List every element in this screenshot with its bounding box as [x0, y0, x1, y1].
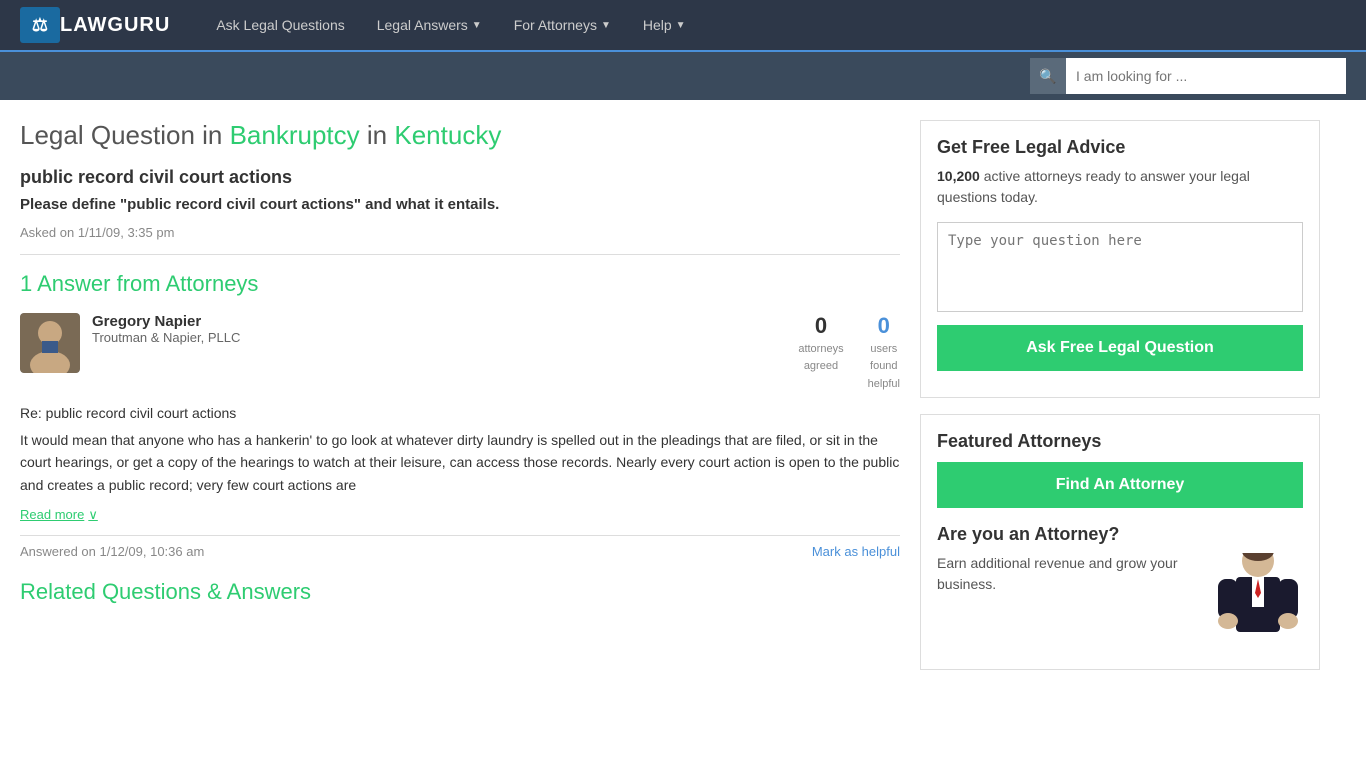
- attorney-avatar: [20, 313, 80, 373]
- find-attorney-button[interactable]: Find An Attorney: [937, 462, 1303, 508]
- featured-attorneys-card: Featured Attorneys Find An Attorney Are …: [920, 414, 1320, 670]
- nav-help[interactable]: Help ▼: [627, 0, 702, 50]
- svg-text:⚖: ⚖: [32, 15, 48, 35]
- search-bar: 🔍: [0, 50, 1366, 100]
- search-input[interactable]: [1066, 58, 1346, 94]
- main-container: Legal Question in Bankruptcy in Kentucky…: [0, 100, 1366, 686]
- answer-stats: 0 attorneysagreed 0 usersfoundhelpful: [798, 313, 900, 391]
- dropdown-arrow: ▼: [676, 20, 686, 31]
- answers-heading: 1 Answer from Attorneys: [20, 271, 900, 297]
- attorney-firm: Troutman & Napier, PLLC: [92, 330, 786, 345]
- question-body: Please define "public record civil court…: [20, 196, 900, 213]
- navbar: ⚖ LAWGURU Ask Legal Questions Legal Answ…: [0, 0, 1366, 50]
- related-heading: Related Questions & Answers: [20, 579, 900, 605]
- state-link[interactable]: Kentucky: [394, 120, 501, 150]
- attorney-photo: [20, 313, 80, 373]
- attorney-figure: [1203, 553, 1303, 653]
- search-container: 🔍: [1030, 58, 1346, 94]
- nav-ask-legal[interactable]: Ask Legal Questions: [200, 0, 360, 50]
- featured-title: Featured Attorneys: [937, 431, 1303, 452]
- active-attorneys-text: 10,200 active attorneys ready to answer …: [937, 166, 1303, 208]
- sidebar: Get Free Legal Advice 10,200 active atto…: [920, 120, 1320, 686]
- attorneys-agreed-count: 0: [798, 313, 843, 339]
- search-button[interactable]: 🔍: [1030, 58, 1066, 94]
- question-date: Asked on 1/11/09, 3:35 pm: [20, 225, 900, 255]
- question-title: public record civil court actions: [20, 167, 900, 188]
- answer-text: It would mean that anyone who has a hank…: [20, 429, 900, 496]
- ask-free-question-button[interactable]: Ask Free Legal Question: [937, 325, 1303, 371]
- brand-logo[interactable]: ⚖ LAWGURU: [20, 7, 170, 43]
- are-you-attorney-section: Are you an Attorney? Earn additional rev…: [937, 524, 1303, 653]
- answer-re: Re: public record civil court actions: [20, 405, 900, 421]
- answered-date: Answered on 1/12/09, 10:36 am: [20, 544, 204, 559]
- users-found-count: 0: [868, 313, 900, 339]
- get-advice-card: Get Free Legal Advice 10,200 active atto…: [920, 120, 1320, 398]
- content-area: Legal Question in Bankruptcy in Kentucky…: [20, 120, 900, 686]
- answer-footer: Answered on 1/12/09, 10:36 am Mark as he…: [20, 535, 900, 559]
- brand-name: LAWGURU: [60, 14, 170, 37]
- users-found-label: usersfoundhelpful: [868, 343, 900, 390]
- are-you-attorney-title: Are you an Attorney?: [937, 524, 1303, 545]
- dropdown-arrow: ▼: [601, 20, 611, 31]
- chevron-down-icon: ∨: [88, 507, 98, 523]
- logo-icon: ⚖: [20, 7, 60, 43]
- question-textarea[interactable]: [937, 222, 1303, 312]
- category-link[interactable]: Bankruptcy: [230, 120, 360, 150]
- answer-card: Gregory Napier Troutman & Napier, PLLC 0…: [20, 313, 900, 559]
- nav-legal-answers[interactable]: Legal Answers ▼: [361, 0, 498, 50]
- nav-for-attorneys[interactable]: For Attorneys ▼: [498, 0, 627, 50]
- attorneys-agreed-label: attorneysagreed: [798, 343, 843, 372]
- attorney-promo-text: Earn additional revenue and grow your bu…: [937, 553, 1191, 595]
- page-title: Legal Question in Bankruptcy in Kentucky: [20, 120, 900, 151]
- users-found-stat: 0 usersfoundhelpful: [868, 313, 900, 391]
- attorney-info: Gregory Napier Troutman & Napier, PLLC: [92, 313, 786, 345]
- attorney-promo: Earn additional revenue and grow your bu…: [937, 553, 1303, 653]
- search-icon: 🔍: [1039, 68, 1056, 85]
- read-more-link[interactable]: Read more ∨: [20, 507, 98, 523]
- nav-links: Ask Legal Questions Legal Answers ▼ For …: [200, 0, 1346, 50]
- attorney-silhouette: [1208, 553, 1298, 653]
- get-advice-title: Get Free Legal Advice: [937, 137, 1303, 158]
- answer-header: Gregory Napier Troutman & Napier, PLLC 0…: [20, 313, 900, 391]
- dropdown-arrow: ▼: [472, 20, 482, 31]
- attorney-name: Gregory Napier: [92, 313, 786, 330]
- attorneys-agreed-stat: 0 attorneysagreed: [798, 313, 843, 374]
- mark-helpful-link[interactable]: Mark as helpful: [812, 544, 900, 559]
